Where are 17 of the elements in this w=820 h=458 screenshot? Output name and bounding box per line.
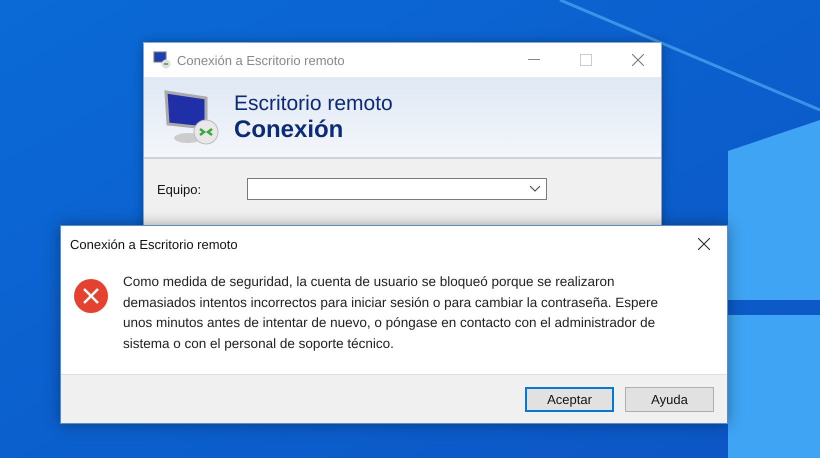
minimize-icon — [528, 59, 540, 61]
banner-subtitle: Conexión — [234, 116, 344, 144]
chevron-icon — [530, 186, 540, 192]
computer-dropdown[interactable] — [247, 178, 547, 200]
field-label: Equipo: — [157, 182, 202, 196]
error-message: Como medida de seguridad, la cuenta de usuario se bloqueó porque se realizaron demasiados intentos incorrectos para iniciar sesión o para cambiar la contraseña. Espere unos minutos antes de intentar de nuevo, o póngase en contacto con el administrador de sistema o con el personal de soporte técnico. — [123, 273, 660, 353]
dialog-title: Conexión a Escritorio remoto — [70, 236, 239, 252]
close-icon — [632, 54, 644, 66]
window-title: Conexión a Escritorio remoto — [177, 52, 346, 68]
dialog-button[interactable]: Ayuda — [625, 386, 714, 412]
dialog-button[interactable]: Aceptar — [525, 386, 614, 412]
remote-desktop-icon — [153, 51, 171, 69]
banner-title: Escritorio remoto — [234, 90, 393, 116]
maximize-icon — [580, 54, 592, 66]
error-icon — [73, 278, 109, 314]
close-icon — [698, 238, 710, 250]
monitor-icon — [162, 88, 220, 146]
